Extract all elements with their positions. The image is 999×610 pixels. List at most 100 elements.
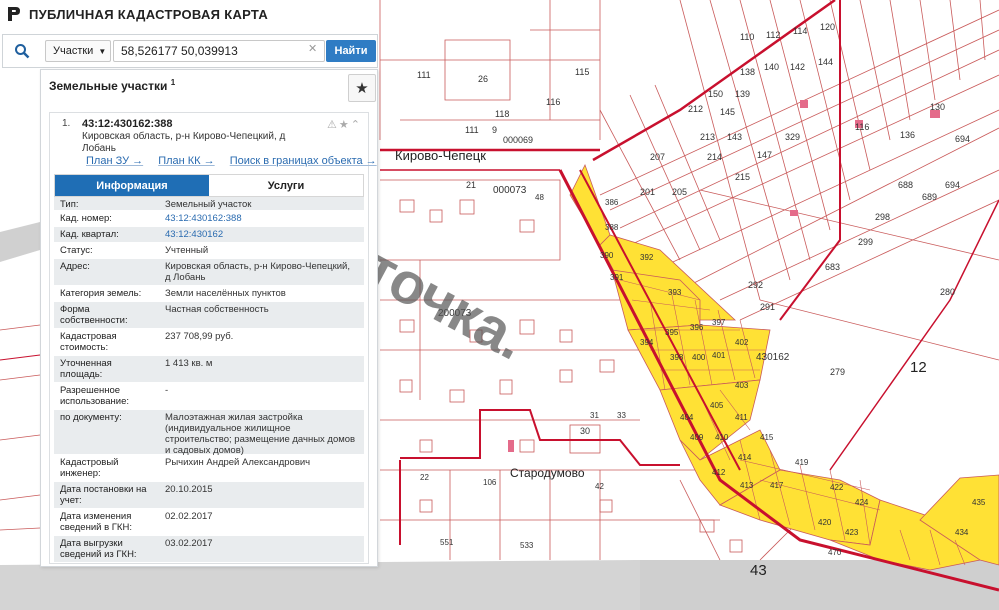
svg-text:398: 398 bbox=[670, 353, 684, 362]
info-value[interactable]: 43:12:430162:388 bbox=[159, 211, 364, 226]
place-label-kirovo-chepetsk: Кирово-Чепецк bbox=[395, 148, 486, 163]
find-button[interactable]: Найти bbox=[326, 40, 376, 62]
svg-text:48: 48 bbox=[535, 193, 544, 202]
svg-text:412: 412 bbox=[712, 468, 726, 477]
svg-text:394: 394 bbox=[640, 338, 654, 347]
info-label: Тип: bbox=[60, 199, 79, 210]
svg-text:130: 130 bbox=[930, 102, 945, 112]
svg-text:291: 291 bbox=[760, 302, 775, 312]
star-icon[interactable]: ★ bbox=[339, 119, 351, 131]
info-value: 03.02.2017 bbox=[165, 538, 213, 549]
panel-title: Земельные участки 1 bbox=[49, 78, 175, 93]
svg-text:12: 12 bbox=[910, 359, 927, 376]
logo-icon bbox=[8, 7, 20, 21]
svg-text:201: 201 bbox=[640, 187, 655, 197]
svg-text:388: 388 bbox=[605, 223, 619, 232]
svg-text:694: 694 bbox=[945, 180, 960, 190]
svg-text:116: 116 bbox=[546, 97, 560, 107]
info-row: Категория земель: Земли населённых пункто… bbox=[54, 286, 364, 302]
info-value: 1 413 кв. м bbox=[165, 358, 213, 369]
app-header: ПУБЛИЧНАЯ КАДАСТРОВАЯ КАРТА bbox=[0, 0, 370, 28]
result-count: 1 bbox=[170, 78, 176, 87]
svg-text:414: 414 bbox=[738, 453, 752, 462]
search-bar: Участки ▼ ✕ Найти bbox=[2, 34, 378, 68]
svg-text:413: 413 bbox=[740, 481, 754, 490]
info-value[interactable]: 43:12:430162 bbox=[159, 227, 364, 242]
svg-text:683: 683 bbox=[825, 262, 840, 272]
svg-text:292: 292 bbox=[748, 280, 763, 290]
link-plan-zu[interactable]: План ЗУ → bbox=[86, 155, 143, 167]
svg-text:430162: 430162 bbox=[756, 352, 790, 363]
info-row: Кад. номер: 43:12:430162:388 bbox=[54, 211, 364, 227]
tab-services[interactable]: Услуги bbox=[209, 175, 363, 196]
info-value: Кировская область, р-н Кирово-Чепецкий, … bbox=[165, 261, 351, 283]
info-row: Дата постановки на учет: 20.10.2015 bbox=[54, 482, 364, 509]
info-value: Частная собственность bbox=[165, 304, 269, 315]
info-row: Статус: Учтенный bbox=[54, 243, 364, 259]
info-label: Дата выгрузки сведений из ГКН: bbox=[60, 538, 137, 560]
svg-text:147: 147 bbox=[757, 150, 772, 160]
svg-text:150: 150 bbox=[708, 89, 723, 99]
info-value: Рычихин Андрей Александрович bbox=[165, 457, 311, 468]
svg-text:142: 142 bbox=[790, 62, 805, 72]
svg-text:116: 116 bbox=[855, 122, 869, 132]
svg-text:435: 435 bbox=[972, 498, 986, 507]
svg-text:280: 280 bbox=[940, 287, 955, 297]
info-label: Дата постановки на учет: bbox=[60, 484, 147, 506]
info-label: Разрешенное использование: bbox=[60, 385, 130, 407]
app-title: ПУБЛИЧНАЯ КАДАСТРОВАЯ КАРТА bbox=[29, 6, 269, 22]
search-type-dropdown[interactable]: Участки ▼ bbox=[45, 40, 111, 62]
info-value: Земельный участок bbox=[165, 199, 252, 210]
info-label: Адрес: bbox=[60, 261, 90, 272]
svg-text:395: 395 bbox=[665, 328, 679, 337]
result-card: 1. 43:12:430162:388 ⚠★⌃ Кировская област… bbox=[49, 112, 377, 564]
link-search-in-bounds[interactable]: Поиск в границах объекта → bbox=[230, 155, 377, 167]
info-row: Уточненная площадь: 1 413 кв. м bbox=[54, 356, 364, 383]
svg-text:33: 33 bbox=[617, 411, 626, 420]
search-input[interactable] bbox=[113, 40, 325, 62]
svg-text:392: 392 bbox=[640, 253, 654, 262]
svg-text:207: 207 bbox=[650, 152, 665, 162]
clear-icon[interactable]: ✕ bbox=[308, 42, 317, 55]
svg-text:694: 694 bbox=[955, 134, 970, 144]
svg-text:402: 402 bbox=[735, 338, 749, 347]
result-cadnum[interactable]: 43:12:430162:388 bbox=[82, 118, 173, 130]
svg-text:112: 112 bbox=[766, 30, 780, 40]
svg-text:22: 22 bbox=[420, 473, 429, 482]
svg-text:31: 31 bbox=[590, 411, 599, 420]
svg-text:212: 212 bbox=[688, 104, 703, 114]
results-panel: Земельные участки 1 ★ 1. 43:12:430162:38… bbox=[40, 69, 378, 567]
info-label: Категория земель: bbox=[60, 288, 142, 299]
svg-text:138: 138 bbox=[740, 67, 755, 77]
search-type-label: Участки bbox=[53, 45, 94, 57]
svg-text:423: 423 bbox=[845, 528, 859, 537]
link-plan-kk[interactable]: План КК → bbox=[158, 155, 214, 167]
svg-text:396: 396 bbox=[690, 323, 704, 332]
search-icon[interactable] bbox=[3, 35, 41, 67]
address-line: Лобань bbox=[82, 143, 116, 154]
favorite-star-button[interactable]: ★ bbox=[348, 74, 376, 102]
svg-text:145: 145 bbox=[720, 107, 735, 117]
address-line: Кировская область, р-н Кирово-Чепецкий, … bbox=[82, 131, 286, 142]
tab-information[interactable]: Информация bbox=[55, 175, 209, 196]
collapse-icon[interactable]: ⌃ bbox=[351, 119, 362, 131]
svg-text:404: 404 bbox=[680, 413, 694, 422]
svg-text:393: 393 bbox=[668, 288, 682, 297]
svg-text:470: 470 bbox=[828, 548, 842, 557]
svg-text:299: 299 bbox=[858, 237, 873, 247]
svg-text:111: 111 bbox=[465, 125, 479, 135]
warning-icon[interactable]: ⚠ bbox=[327, 119, 339, 131]
info-row: Разрешенное использование: - bbox=[54, 383, 364, 410]
info-label: Кадастровый инженер: bbox=[60, 457, 119, 479]
svg-text:400: 400 bbox=[692, 353, 706, 362]
svg-text:391: 391 bbox=[610, 273, 624, 282]
svg-text:000069: 000069 bbox=[503, 135, 533, 145]
svg-text:417: 417 bbox=[770, 481, 784, 490]
svg-text:144: 144 bbox=[818, 57, 833, 67]
info-label: Кадастровая стоимость: bbox=[60, 331, 117, 353]
svg-text:405: 405 bbox=[710, 401, 724, 410]
svg-text:533: 533 bbox=[520, 541, 534, 550]
info-row: Форма собственности: Частная собственност… bbox=[54, 302, 364, 329]
result-index: 1. bbox=[62, 118, 71, 129]
panel-title-text: Земельные участки bbox=[49, 79, 168, 93]
